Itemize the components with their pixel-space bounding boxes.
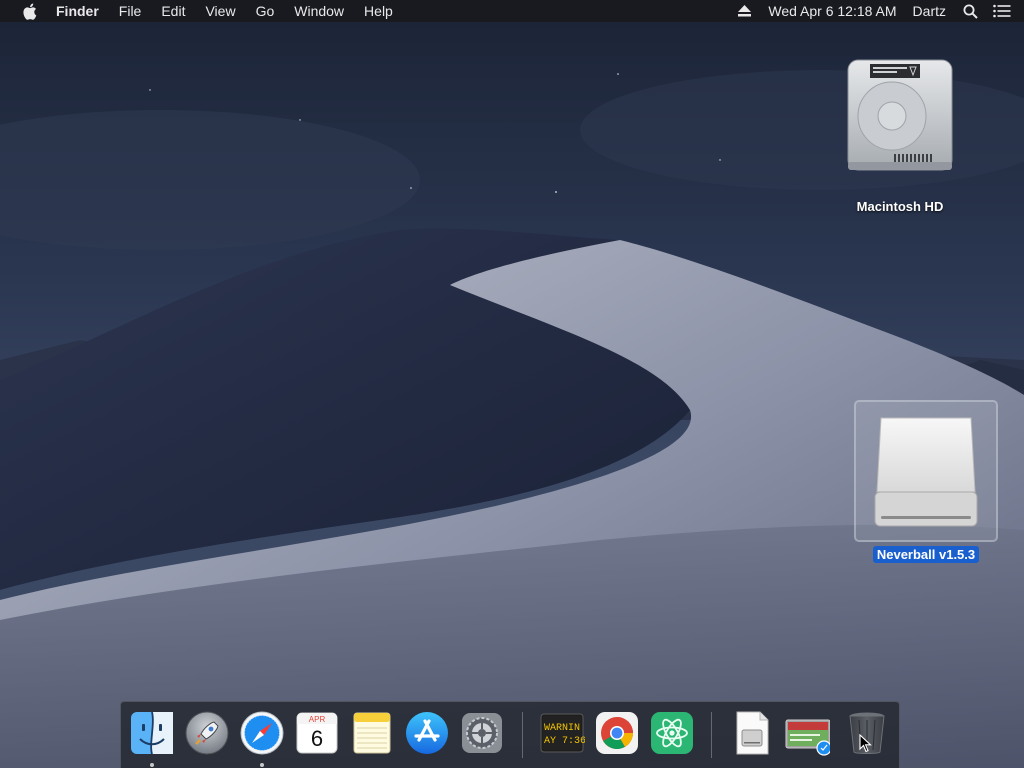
- dock-launchpad[interactable]: [184, 710, 230, 756]
- atom-icon: [651, 712, 693, 754]
- dock-system-preferences[interactable]: [459, 710, 505, 756]
- launchpad-rocket-icon: [185, 711, 229, 755]
- console-line-1: WARNIN: [544, 723, 580, 734]
- dock-atom[interactable]: [649, 710, 695, 756]
- dock-console[interactable]: WARNIN AY 7:36: [539, 710, 586, 756]
- console-line-2: AY 7:36: [544, 736, 585, 747]
- selection-frame: [854, 400, 998, 542]
- gear-icon: [462, 713, 502, 753]
- dock: APR 6 WARNIN AY 7:36: [120, 701, 900, 768]
- eject-icon[interactable]: [734, 0, 754, 22]
- notes-icon: [353, 712, 391, 754]
- dock-running-indicator: [150, 763, 154, 767]
- external-drive-icon: [874, 417, 978, 527]
- menu-app-finder[interactable]: Finder: [56, 0, 109, 22]
- notification-center-icon[interactable]: [992, 0, 1012, 22]
- spotlight-search-icon[interactable]: [960, 0, 980, 22]
- menu-window[interactable]: Window: [284, 0, 354, 22]
- desktop-icon-macintosh-hd[interactable]: Macintosh HD: [838, 58, 962, 215]
- user-menu[interactable]: Dartz: [905, 0, 954, 22]
- desktop-screen: Finder File Edit View Go Window Help Wed…: [0, 0, 1024, 768]
- calendar-icon: APR 6: [296, 712, 338, 754]
- dock-safari[interactable]: [239, 710, 285, 756]
- menu-go[interactable]: Go: [246, 0, 285, 22]
- dock-calendar[interactable]: APR 6: [294, 710, 340, 756]
- desktop-icon-label: Macintosh HD: [856, 199, 944, 214]
- dock-finder[interactable]: [129, 710, 175, 756]
- dock-notes[interactable]: [349, 710, 395, 756]
- menu-bar-status-area: Wed Apr 6 12:18 AM Dartz: [728, 0, 1024, 22]
- dock-downloads-stack[interactable]: [784, 710, 832, 756]
- dock-app-store[interactable]: [404, 710, 450, 756]
- calendar-month-label: APR: [309, 715, 326, 724]
- menu-view[interactable]: View: [195, 0, 245, 22]
- disk-image-document-icon: [736, 711, 769, 755]
- desktop-icon-neverball-volume[interactable]: Neverball v1.5.3: [854, 400, 998, 563]
- safari-compass-icon: [240, 711, 284, 755]
- dock-separator: [711, 712, 712, 758]
- menu-edit[interactable]: Edit: [151, 0, 195, 22]
- apple-menu-icon[interactable]: [18, 0, 40, 22]
- dock-disk-image-file[interactable]: [729, 710, 775, 756]
- downloads-stack-icon: [785, 719, 832, 756]
- desktop-icon-label-selected: Neverball v1.5.3: [872, 546, 980, 563]
- menu-help[interactable]: Help: [354, 0, 403, 22]
- clock[interactable]: Wed Apr 6 12:18 AM: [760, 0, 904, 22]
- dock-separator: [522, 712, 523, 758]
- mouse-pointer-icon: [859, 734, 872, 753]
- hard-drive-icon: [847, 59, 953, 171]
- calendar-day-label: 6: [311, 726, 323, 751]
- console-icon: WARNIN AY 7:36: [540, 713, 586, 753]
- dock-running-indicator: [260, 763, 264, 767]
- app-store-icon: [406, 712, 448, 754]
- menu-bar: Finder File Edit View Go Window Help Wed…: [0, 0, 1024, 22]
- finder-icon: [131, 711, 173, 755]
- chrome-icon: [596, 712, 638, 754]
- menu-file[interactable]: File: [109, 0, 152, 22]
- dock-chrome[interactable]: [594, 710, 640, 756]
